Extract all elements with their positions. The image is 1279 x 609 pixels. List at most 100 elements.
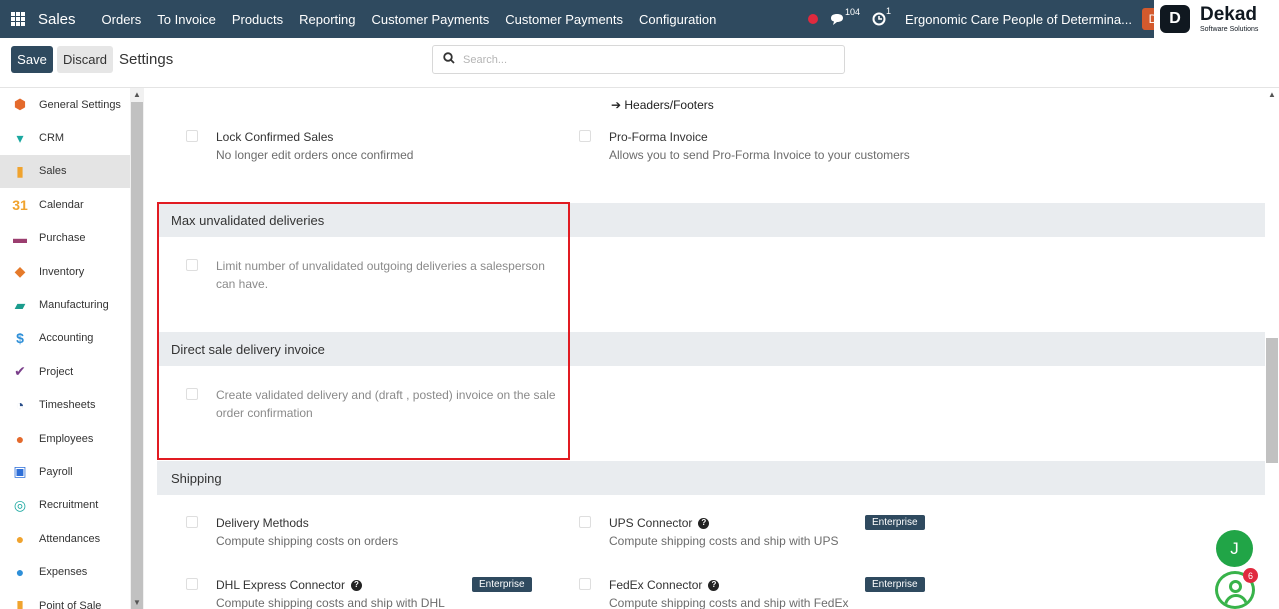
app-grid-icon[interactable] [11, 12, 25, 26]
scroll-down-arrow-icon[interactable]: ▼ [133, 598, 141, 607]
discard-button[interactable]: Discard [57, 46, 113, 73]
scroll-up-arrow-icon[interactable]: ▲ [133, 90, 141, 99]
crm-icon: ▾ [16, 129, 24, 146]
menu-reporting[interactable]: Reporting [291, 12, 363, 27]
content-scrollbar-thumb[interactable] [1266, 338, 1278, 463]
setting-lock-confirmed-sales: Lock Confirmed Sales No longer edit orde… [186, 128, 413, 164]
chat-count: 104 [845, 6, 861, 17]
sidebar-item-label: Accounting [39, 332, 94, 345]
dhl-checkbox[interactable] [186, 578, 198, 590]
lock-confirmed-checkbox[interactable] [186, 130, 198, 142]
sidebar-item-expenses[interactable]: ● Expenses [0, 555, 130, 588]
settings-sidebar: ⬢ General Settings ▾ CRM ▮ Sales 31 Calendar ▬ Pu… [0, 88, 130, 609]
setting-description: Compute shipping costs on orders [216, 534, 399, 548]
menu-orders[interactable]: Orders [94, 12, 150, 27]
setting-description: Compute shipping costs and ship with DHL [216, 596, 445, 609]
sidebar-scrollbar-thumb[interactable] [131, 102, 143, 609]
chat-user-button[interactable]: J [1216, 530, 1253, 567]
enterprise-badge: Enterprise [865, 577, 925, 592]
logo-name: Dekad [1200, 4, 1258, 25]
sidebar-item-label: Project [39, 365, 74, 378]
menu-to-invoice[interactable]: To Invoice [149, 12, 224, 27]
ups-checkbox[interactable] [579, 516, 591, 528]
menu-customer-payments[interactable]: Customer Payments [364, 12, 498, 27]
sidebar-item-employees[interactable]: ● Employees [0, 422, 130, 455]
setting-delivery-methods: Delivery Methods Compute shipping costs … [186, 514, 398, 550]
sidebar-item-attendances[interactable]: ● Attendances [0, 522, 130, 555]
setting-max-unvalidated-deliveries: Limit number of unvalidated outgoing del… [186, 257, 545, 293]
point-of-sale-icon: ▮ [16, 597, 24, 609]
search-input[interactable] [463, 53, 823, 66]
sidebar-item-inventory[interactable]: ◆ Inventory [0, 255, 130, 288]
save-button[interactable]: Save [11, 46, 53, 73]
sidebar-item-label: Calendar [39, 198, 84, 211]
sidebar-item-calendar[interactable]: 31 Calendar [0, 188, 130, 221]
search-box [432, 45, 845, 74]
sales-icon: ▮ [16, 162, 24, 179]
sidebar-item-project[interactable]: ✔ Project [0, 355, 130, 388]
sidebar-item-label: CRM [39, 132, 65, 145]
setting-description: No longer edit orders once confirmed [216, 148, 414, 162]
setting-pro-forma-invoice: Pro-Forma Invoice Allows you to send Pro… [579, 128, 910, 164]
company-switcher[interactable]: Ergonomic Care People of Determina... [905, 12, 1132, 27]
scroll-up-arrow-icon[interactable]: ▲ [1268, 90, 1276, 99]
content-scrollbar[interactable]: ▲ [1265, 88, 1279, 609]
sidebar-item-general-settings[interactable]: ⬢ General Settings [0, 88, 130, 121]
enterprise-badge: Enterprise [865, 515, 925, 530]
sidebar-item-label: General Settings [39, 98, 121, 111]
setting-description-line1: Limit number of unvalidated outgoing del… [216, 259, 545, 273]
chat-icon[interactable]: 104 [830, 7, 860, 26]
fedex-checkbox[interactable] [579, 578, 591, 590]
delivery-methods-checkbox[interactable] [186, 516, 198, 528]
control-panel: Save Discard Settings [0, 38, 1279, 88]
sidebar-item-crm[interactable]: ▾ CRM [0, 121, 130, 154]
setting-description-line2: can have. [216, 277, 269, 291]
menu-configuration[interactable]: Configuration [631, 12, 724, 27]
payroll-icon: ▣ [13, 463, 27, 480]
dekad-logo: D Dekad Software Solutions [1154, 0, 1279, 38]
manufacturing-icon: ▰ [14, 296, 26, 313]
enterprise-badge: Enterprise [472, 577, 532, 592]
help-icon[interactable]: ? [698, 517, 710, 529]
setting-title: Lock Confirmed Sales [216, 130, 334, 144]
general-settings-icon: ⬢ [13, 96, 27, 113]
dekad-logo-mark: D [1160, 5, 1190, 33]
pro-forma-checkbox[interactable] [579, 130, 591, 142]
project-icon: ✔ [14, 363, 26, 380]
setting-title: UPS Connector [609, 516, 693, 530]
calendar-icon: 31 [12, 196, 28, 213]
sidebar-item-accounting[interactable]: $ Accounting [0, 322, 130, 355]
menu-products[interactable]: Products [224, 12, 291, 27]
setting-title: FedEx Connector [609, 578, 703, 592]
page-title: Settings [119, 51, 174, 68]
setting-direct-sale-delivery-invoice: Create validated delivery and (draft , p… [186, 386, 556, 422]
setting-description-line1: Create validated delivery and (draft , p… [216, 388, 556, 402]
help-icon[interactable]: ? [350, 579, 362, 591]
setting-ups-connector: UPS Connector? Compute shipping costs an… [579, 514, 838, 550]
setting-description: Allows you to send Pro-Forma Invoice to … [609, 148, 910, 162]
sidebar-item-label: Point of Sale [39, 599, 102, 609]
max-unvalidated-checkbox[interactable] [186, 259, 198, 271]
sidebar-item-timesheets[interactable]: ◔ Timesheets [0, 389, 130, 422]
recording-dot-icon[interactable] [808, 14, 818, 24]
activity-count: 1 [886, 6, 892, 16]
menu-customer-payments-2[interactable]: Customer Payments [497, 12, 631, 27]
direct-sale-checkbox[interactable] [186, 388, 198, 400]
activity-clock-icon[interactable]: 1 [872, 6, 891, 26]
headers-footers-link[interactable]: ➔ Headers/Footers [611, 98, 714, 112]
sidebar-item-label: Purchase [39, 232, 86, 245]
setting-description: Compute shipping costs and ship with Fed… [609, 596, 849, 609]
main-menu: Orders To Invoice Products Reporting Cus… [94, 12, 725, 27]
accounting-icon: $ [16, 330, 24, 347]
sidebar-item-purchase[interactable]: ▬ Purchase [0, 222, 130, 255]
sidebar-item-sales[interactable]: ▮ Sales [0, 154, 130, 189]
sidebar-item-payroll[interactable]: ▣ Payroll [0, 455, 130, 488]
sidebar-item-point-of-sale[interactable]: ▮ Point of Sale [0, 589, 130, 609]
purchase-icon: ▬ [13, 230, 27, 247]
setting-description-line2: order confirmation [216, 406, 313, 420]
app-name[interactable]: Sales [38, 11, 76, 28]
sidebar-item-manufacturing[interactable]: ▰ Manufacturing [0, 288, 130, 321]
sidebar-scrollbar[interactable]: ▲ ▼ [130, 88, 144, 609]
sidebar-item-recruitment[interactable]: ◎ Recruitment [0, 489, 130, 522]
help-icon[interactable]: ? [708, 579, 720, 591]
